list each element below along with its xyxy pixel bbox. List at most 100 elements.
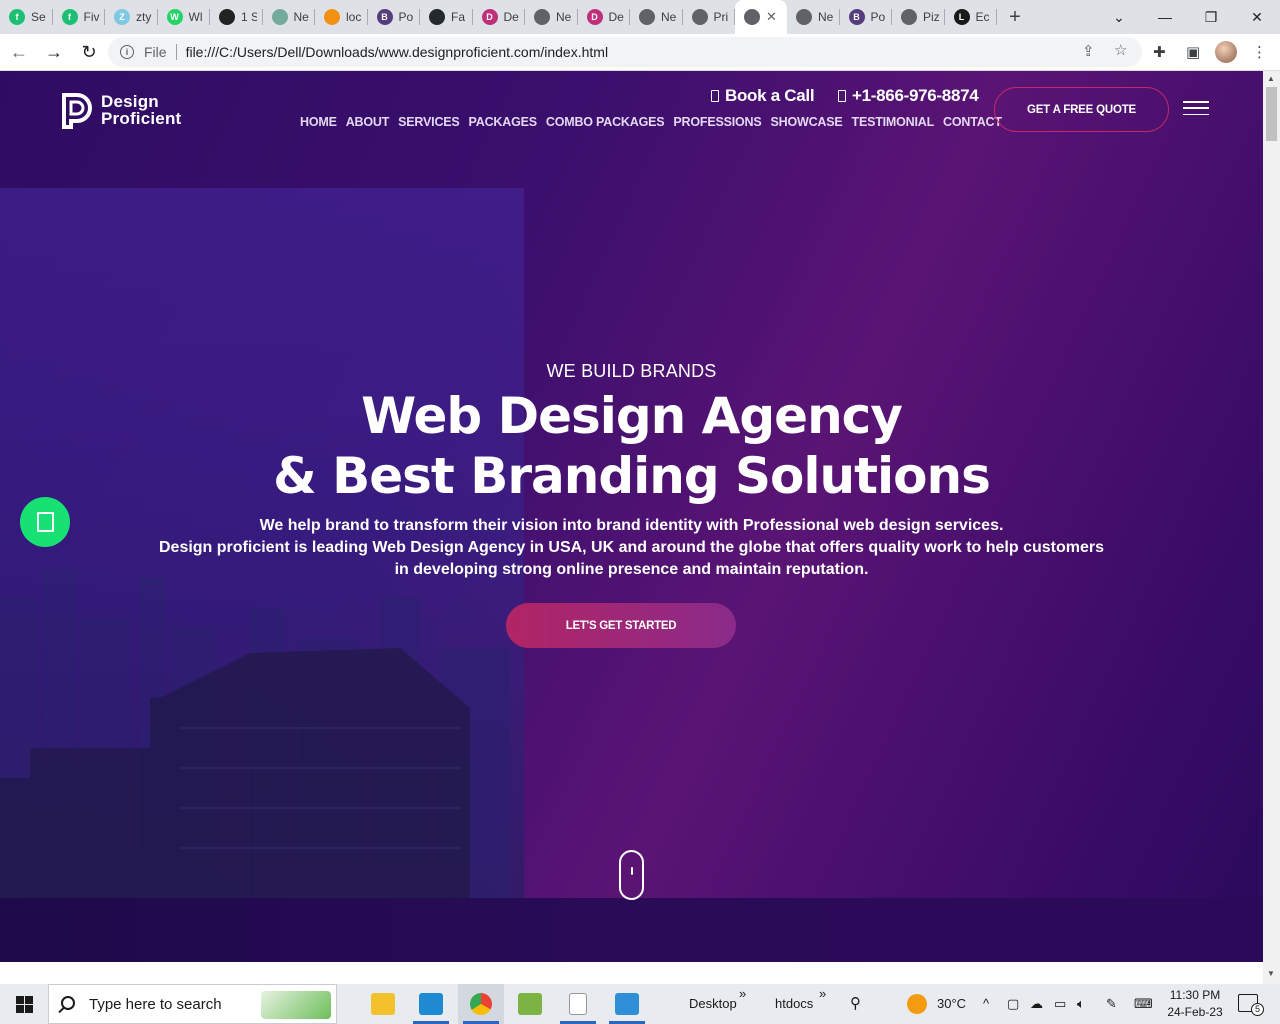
- minimize-button[interactable]: —: [1142, 0, 1188, 34]
- nav-link-about[interactable]: ABOUT: [346, 115, 390, 129]
- book-call-link[interactable]: Book a Call: [711, 86, 815, 106]
- reload-button[interactable]: ↻: [73, 36, 105, 68]
- search-highlight-soccer-image: [261, 991, 331, 1019]
- tab-title: Ne: [818, 10, 834, 24]
- browser-tab[interactable]: B Po: [368, 0, 421, 34]
- meet-now-icon[interactable]: ▢: [1007, 996, 1019, 1012]
- browser-tab[interactable]: D De: [473, 0, 526, 34]
- browser-tab[interactable]: Piz: [892, 0, 945, 34]
- browser-tab[interactable]: L Ec: [945, 0, 998, 34]
- close-window-button[interactable]: ✕: [1234, 0, 1280, 34]
- browser-tab[interactable]: Fa: [420, 0, 473, 34]
- browser-tab[interactable]: 1 S: [210, 0, 263, 34]
- weather-temp[interactable]: 30°C: [937, 996, 966, 1011]
- desktop-toolbar[interactable]: Desktop: [689, 996, 737, 1011]
- browser-tab[interactable]: Ne: [525, 0, 578, 34]
- nav-link-contact[interactable]: CONTACT: [943, 115, 1002, 129]
- browser-tab[interactable]: B Po: [840, 0, 893, 34]
- search-placeholder: Type here to search: [89, 995, 222, 1013]
- fiverr-icon: f: [9, 9, 25, 25]
- scroll-down-arrow-icon[interactable]: ▼: [1267, 969, 1275, 978]
- close-tab-icon[interactable]: ✕: [766, 9, 777, 25]
- site-info-icon[interactable]: i: [120, 45, 134, 59]
- notepad-app[interactable]: [555, 984, 601, 1024]
- browser-tab[interactable]: D De: [578, 0, 631, 34]
- bootstrap-icon: B: [848, 9, 865, 25]
- side-panel-icon[interactable]: ▣: [1186, 43, 1200, 61]
- browser-tab[interactable]: ✕: [735, 0, 787, 34]
- restore-button[interactable]: ❐: [1188, 0, 1234, 34]
- share-icon[interactable]: ⇪: [1082, 42, 1095, 60]
- desktop-toolbar-chevron-icon[interactable]: »: [739, 986, 746, 1001]
- browser-tab[interactable]: loc: [315, 0, 368, 34]
- tab-title: De: [503, 10, 519, 24]
- page-next-section: [0, 962, 1263, 984]
- extensions-puzzle-icon[interactable]: ✚: [1153, 43, 1166, 61]
- hero-description-line-1: We help brand to transform their vision …: [259, 517, 1004, 534]
- xampp-app[interactable]: [507, 984, 553, 1024]
- site-logo[interactable]: Design Proficient: [60, 91, 181, 129]
- tab-title: zty: [136, 10, 152, 24]
- menu-kebab-icon[interactable]: ⋮: [1252, 43, 1267, 61]
- scroll-down-mouse-icon[interactable]: [619, 850, 644, 900]
- get-free-quote-button[interactable]: GET A FREE QUOTE: [994, 87, 1169, 132]
- chatgpt-icon: [271, 9, 288, 25]
- forward-button[interactable]: →: [38, 36, 70, 68]
- browser-tab[interactable]: Ne: [787, 0, 840, 34]
- vscode-app[interactable]: [408, 984, 454, 1024]
- browser-tab[interactable]: f Se: [0, 0, 53, 34]
- new-tab-button[interactable]: +: [997, 0, 1033, 34]
- hero-description-line-2: Design proficient is leading Web Design …: [158, 539, 1104, 556]
- chat-widget-button[interactable]: [20, 497, 70, 547]
- network-icon[interactable]: ▭: [1054, 996, 1066, 1012]
- globe-icon: [744, 9, 760, 25]
- start-windows-icon[interactable]: [0, 984, 48, 1024]
- keyboard-icon[interactable]: ⌨: [1134, 996, 1153, 1012]
- tray-overflow-chevron-icon[interactable]: ^: [983, 996, 989, 1011]
- browser-tab[interactable]: Zzty: [105, 0, 158, 34]
- chrome-app[interactable]: [458, 984, 504, 1024]
- volume-icon[interactable]: 🔈︎: [1077, 996, 1085, 1012]
- htdocs-toolbar-chevron-icon[interactable]: »: [819, 986, 826, 1001]
- nav-link-professions[interactable]: PROFESSIONS: [673, 115, 761, 129]
- nav-link-services[interactable]: SERVICES: [398, 115, 460, 129]
- nav-link-showcase[interactable]: SHOWCASE: [771, 115, 843, 129]
- browser-tab[interactable]: Ne: [263, 0, 316, 34]
- browser-tab[interactable]: f Fiv: [53, 0, 106, 34]
- page-scrollbar[interactable]: ▲ ▼: [1263, 71, 1280, 984]
- tab-title: Pri: [713, 10, 729, 24]
- photos-app[interactable]: [604, 984, 650, 1024]
- browser-tab[interactable]: Pri: [683, 0, 736, 34]
- tab-title: Ec: [975, 10, 990, 24]
- scroll-up-arrow-icon[interactable]: ▲: [1267, 74, 1275, 83]
- browser-tab[interactable]: Ne: [630, 0, 683, 34]
- onedrive-error-icon[interactable]: ☁: [1030, 996, 1043, 1012]
- browser-tab[interactable]: W Wl: [158, 0, 211, 34]
- bookmark-star-icon[interactable]: ☆: [1114, 41, 1127, 59]
- address-bar[interactable]: i File file:///C:/Users/Dell/Downloads/w…: [108, 37, 1142, 67]
- system-clock[interactable]: 11:30 PM 24-Feb-23: [1162, 987, 1228, 1021]
- nav-link-packages[interactable]: PACKAGES: [469, 115, 538, 129]
- weather-sun-icon[interactable]: [907, 994, 927, 1014]
- nav-link-combo-packages[interactable]: COMBO PACKAGES: [546, 115, 665, 129]
- lets-get-started-button[interactable]: LET'S GET STARTED: [506, 603, 736, 648]
- nav-link-home[interactable]: HOME: [300, 115, 337, 129]
- people-icon[interactable]: ⚲: [850, 994, 861, 1012]
- file-explorer-app[interactable]: [360, 984, 406, 1024]
- tab-strip: f Se f Fiv Zzty W Wl 1 S Ne loc B Po Fa D De Ne D De Ne Pri…: [0, 0, 1280, 34]
- hamburger-menu-icon[interactable]: [1183, 101, 1209, 115]
- back-button[interactable]: ←: [3, 36, 35, 68]
- phone-link[interactable]: +1-866-976-8874: [838, 86, 979, 106]
- nav-link-testimonial[interactable]: TESTIMONIAL: [852, 115, 935, 129]
- notification-count: 5: [1251, 1003, 1264, 1016]
- pen-ink-icon[interactable]: ✎: [1106, 996, 1117, 1012]
- letter-l-icon: L: [953, 9, 970, 25]
- profile-avatar[interactable]: [1215, 41, 1237, 63]
- main-nav: HOME ABOUT SERVICES PACKAGES COMBO PACKAGES P…: [300, 115, 1002, 129]
- github-icon: [429, 9, 445, 25]
- htdocs-toolbar[interactable]: htdocs: [775, 996, 813, 1011]
- scrollbar-thumb[interactable]: [1266, 87, 1277, 141]
- tab-search-chevron-icon[interactable]: ⌄: [1096, 0, 1142, 34]
- taskbar-search-box[interactable]: Type here to search: [48, 984, 337, 1024]
- url-text[interactable]: file:///C:/Users/Dell/Downloads/www.desi…: [186, 44, 609, 60]
